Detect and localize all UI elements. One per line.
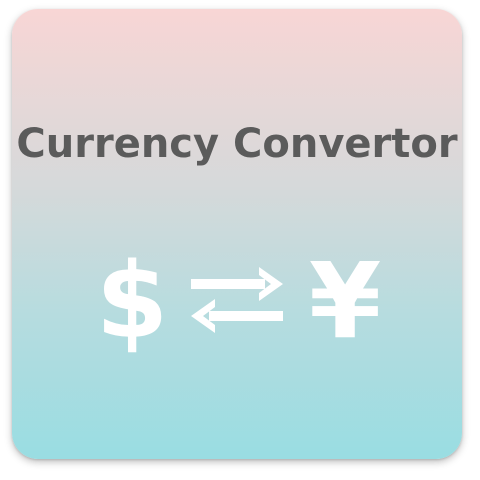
app-icon-tile[interactable]: Currency Convertor $ ¥ <box>12 9 462 459</box>
currency-icons: $ ¥ <box>12 241 462 361</box>
app-title: Currency Convertor <box>16 121 458 167</box>
yen-icon: ¥ <box>308 240 382 362</box>
dollar-icon: $ <box>95 240 169 362</box>
swap-arrows-icon <box>191 267 283 333</box>
